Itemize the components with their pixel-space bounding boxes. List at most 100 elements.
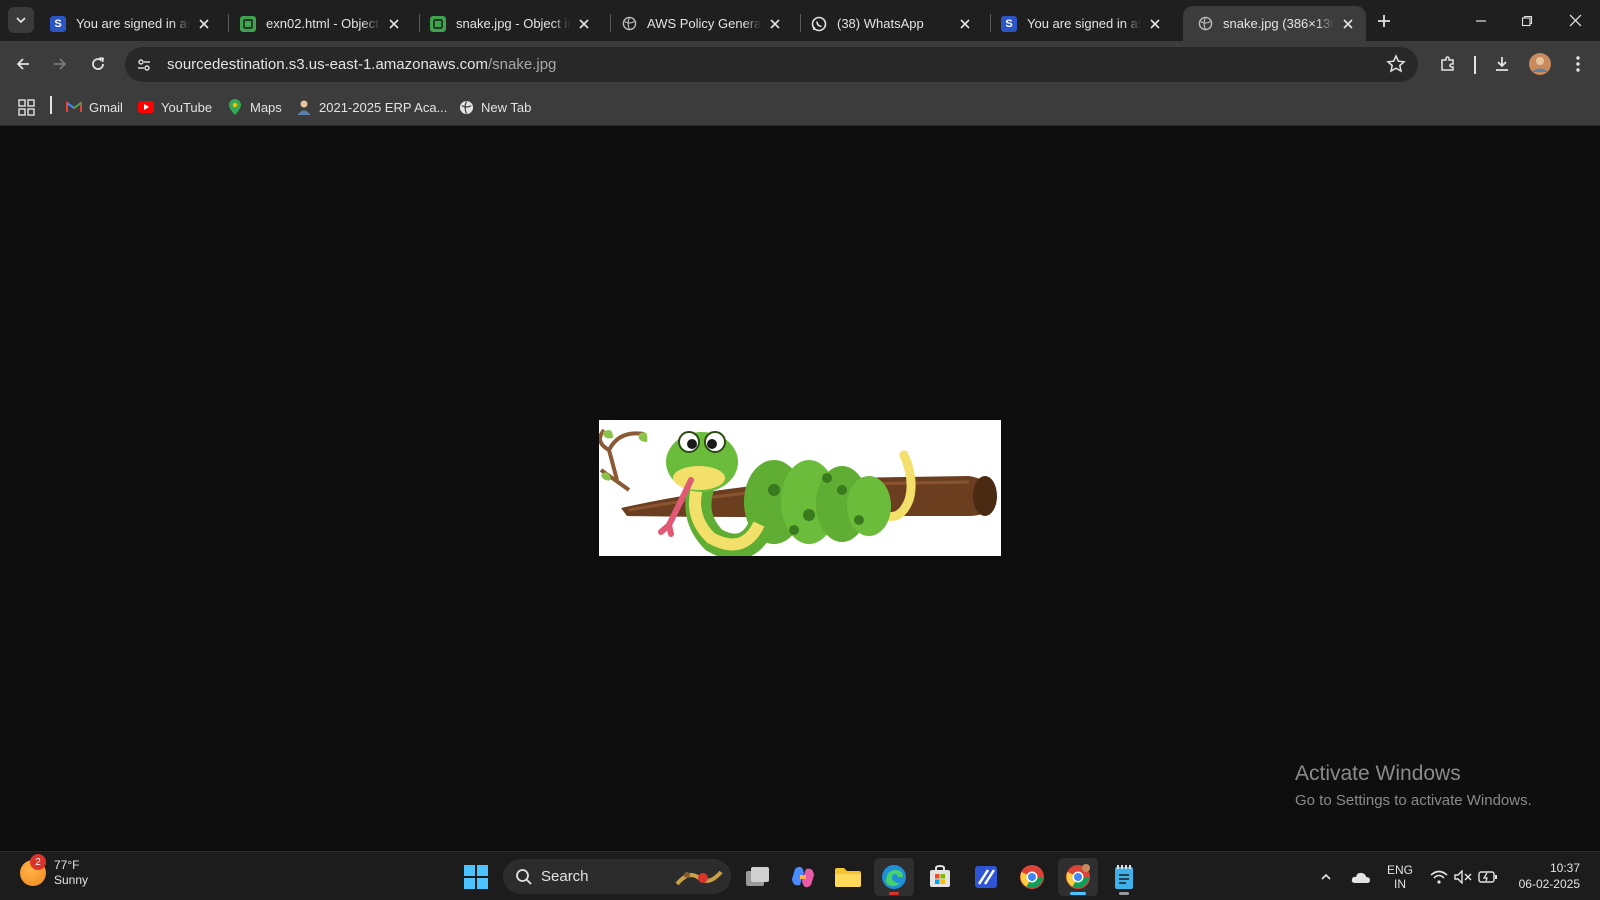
bookmark-star-icon[interactable]: [1386, 54, 1406, 74]
tab-signed-in-1[interactable]: S You are signed in as S: [36, 6, 222, 41]
close-icon[interactable]: [1147, 16, 1163, 32]
chevron-down-icon: [16, 17, 26, 24]
battery-button[interactable]: [1476, 862, 1500, 892]
bookmark-label: Maps: [250, 99, 282, 115]
toolbar-divider: [1474, 56, 1476, 74]
close-icon[interactable]: [957, 16, 973, 32]
tab-whatsapp[interactable]: (38) WhatsApp: [797, 6, 983, 41]
close-icon[interactable]: [196, 16, 212, 32]
tab-signed-in-2[interactable]: S You are signed in as S: [987, 6, 1173, 41]
show-hidden-icons-button[interactable]: [1316, 862, 1336, 892]
bookmark-gmail[interactable]: Gmail: [66, 96, 123, 118]
volume-button[interactable]: [1452, 862, 1474, 892]
profile-button[interactable]: [1526, 50, 1554, 78]
sun-icon: 2: [20, 854, 46, 886]
s-icon: S: [50, 15, 66, 32]
minimize-icon: [1476, 19, 1486, 22]
taskbar-search[interactable]: Search: [503, 859, 731, 894]
restore-button[interactable]: [1504, 0, 1550, 41]
bookmark-label: 2021-2025 ERP Aca...: [319, 99, 448, 115]
tab-snake-image[interactable]: snake.jpg (386×130): [1183, 6, 1366, 41]
back-button[interactable]: [8, 49, 38, 79]
search-highlight-icon: [675, 870, 723, 886]
apps-button[interactable]: [18, 96, 35, 118]
bookmarks-divider: [50, 96, 52, 114]
snake-image[interactable]: [598, 420, 1001, 560]
s-icon: S: [1001, 15, 1017, 32]
arrow-left-icon: [16, 58, 29, 70]
url-text[interactable]: sourcedestination.s3.us-east-1.amazonaws…: [167, 56, 556, 73]
onedrive-button[interactable]: [1348, 862, 1374, 892]
url-host: sourcedestination.s3.us-east-1.amazonaws…: [167, 56, 488, 73]
globe-icon: [621, 16, 637, 32]
copilot-icon: [792, 866, 814, 888]
vscode-button[interactable]: [966, 858, 1006, 896]
file-explorer-button[interactable]: [828, 858, 868, 896]
plus-icon: [1378, 15, 1390, 27]
wifi-button[interactable]: [1428, 862, 1450, 892]
download-icon: [1496, 57, 1508, 71]
chrome-button-2[interactable]: [1058, 858, 1098, 896]
more-vertical-icon: [1576, 56, 1580, 72]
tab-title: exn02.html - Object i: [266, 16, 380, 31]
bookmark-label: New Tab: [481, 99, 532, 115]
close-icon[interactable]: [1340, 16, 1356, 32]
bookmark-new-tab[interactable]: New Tab: [458, 96, 531, 118]
reload-icon: [92, 57, 105, 70]
store-button[interactable]: [920, 858, 960, 896]
clock-date: 06-02-2025: [1518, 877, 1580, 891]
whatsapp-icon: [811, 16, 827, 32]
running-indicator: [1119, 892, 1129, 895]
erp-icon: [296, 99, 312, 115]
tab-strip: S You are signed in as S exn02.html - Ob…: [0, 0, 1600, 41]
tab-aws-policy[interactable]: AWS Policy Generato: [607, 6, 793, 41]
address-bar[interactable]: sourcedestination.s3.us-east-1.amazonaws…: [125, 47, 1418, 82]
chrome-icon: [1066, 864, 1090, 889]
weather-widget[interactable]: 2 77°F Sunny: [20, 854, 89, 888]
tab-exn02[interactable]: exn02.html - Object i: [226, 6, 412, 41]
bookmark-youtube[interactable]: YouTube: [138, 96, 212, 118]
close-icon[interactable]: [767, 16, 783, 32]
maps-icon: [227, 99, 243, 115]
chrome-button-1[interactable]: [1012, 858, 1052, 896]
extensions-button[interactable]: [1434, 50, 1462, 78]
chrome-menu-button[interactable]: [1564, 50, 1592, 78]
language-indicator[interactable]: ENG IN: [1384, 862, 1416, 892]
tab-title: snake.jpg (386×130): [1223, 16, 1334, 31]
task-view-button[interactable]: [738, 858, 778, 896]
clock[interactable]: 10:37 06-02-2025: [1519, 860, 1580, 892]
youtube-icon: [138, 99, 154, 115]
bookmarks-bar: Gmail YouTube Maps 2021-2025 ERP Aca... …: [0, 88, 1600, 126]
bookmark-maps[interactable]: Maps: [227, 96, 282, 118]
edge-button[interactable]: [874, 858, 914, 896]
snake-illustration: [598, 420, 1001, 560]
running-indicator: [1070, 892, 1086, 895]
tab-title: (38) WhatsApp: [837, 16, 924, 31]
search-label: Search: [541, 868, 589, 885]
tab-snake-object[interactable]: snake.jpg - Object in: [416, 6, 602, 41]
minimize-button[interactable]: [1458, 0, 1504, 41]
globe-icon: [1197, 16, 1213, 32]
copilot-button[interactable]: [783, 858, 823, 896]
close-icon[interactable]: [576, 16, 592, 32]
reload-button[interactable]: [83, 49, 113, 79]
s3-bucket-icon: [430, 15, 446, 32]
s3-bucket-icon: [240, 15, 256, 32]
tab-search-button[interactable]: [8, 7, 34, 33]
start-button[interactable]: [456, 858, 496, 896]
weather-desc: Sunny: [54, 873, 89, 887]
bookmark-label: YouTube: [161, 99, 213, 115]
site-info-button[interactable]: [129, 50, 159, 80]
notepad-button[interactable]: [1104, 858, 1144, 896]
downloads-button[interactable]: [1488, 50, 1516, 78]
watermark-title: Activate Windows: [1295, 762, 1461, 785]
store-icon: [930, 865, 950, 887]
new-tab-button[interactable]: [1372, 9, 1396, 33]
browser-toolbar: sourcedestination.s3.us-east-1.amazonaws…: [0, 41, 1600, 88]
close-icon[interactable]: [386, 16, 402, 32]
task-view-icon: [746, 867, 769, 886]
bookmark-erp[interactable]: 2021-2025 ERP Aca...: [296, 96, 447, 118]
forward-button[interactable]: [45, 49, 75, 79]
folder-icon: [835, 868, 861, 887]
close-window-button[interactable]: [1552, 0, 1598, 41]
